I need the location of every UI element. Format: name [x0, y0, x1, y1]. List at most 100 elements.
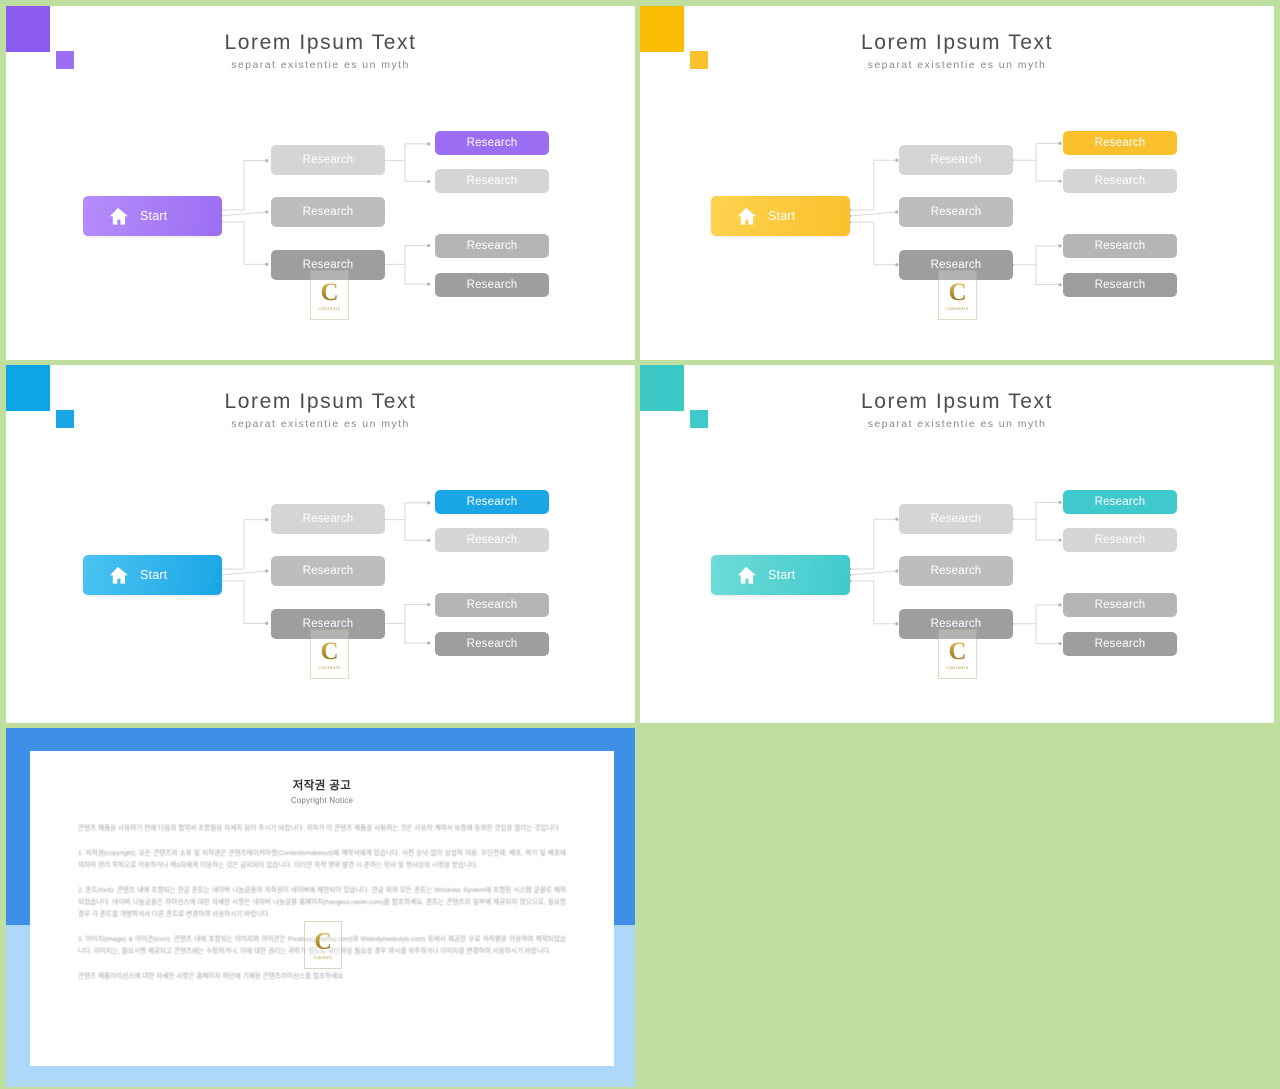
slide-teal[interactable]: Lorem Ipsum Text separat existentie es u… [640, 365, 1274, 723]
slide-blue[interactable]: Lorem Ipsum Text separat existentie es u… [6, 365, 635, 723]
node-label: Research [930, 206, 982, 218]
node-label: Research [1094, 496, 1146, 508]
node-label: Research [466, 279, 518, 291]
node-level3-2[interactable]: Research [435, 169, 549, 193]
node-level2-1[interactable]: Research [899, 504, 1013, 534]
copyright-heading-en: Copyright Notice [290, 796, 354, 805]
start-node-label: Start [768, 568, 796, 582]
node-level2-2[interactable]: Research [271, 197, 385, 227]
home-icon [109, 207, 128, 225]
slide-grid: Lorem Ipsum Text separat existentie es u… [0, 0, 1280, 1089]
node-label: Research [466, 638, 518, 650]
page-subtitle: separat existentie es un myth [231, 418, 410, 431]
node-label: Research [302, 565, 354, 577]
page-title: Lorem Ipsum Text [860, 390, 1054, 413]
copyright-paragraph: 1. 저작권(copyright): 모든 콘텐츠의 소유 및 저작권은 콘텐츠… [78, 850, 566, 869]
watermark-letter: C [948, 637, 967, 665]
node-label: Research [466, 175, 518, 187]
watermark-logo: C CONTENTS [938, 629, 977, 679]
watermark-letter: C [314, 929, 332, 955]
start-node[interactable]: Start [711, 555, 850, 595]
node-level3-2[interactable]: Research [1063, 169, 1177, 193]
node-level3-1[interactable]: Research [435, 131, 549, 155]
copyright-paragraph: 콘텐츠 제품라이선스에 대한 자세한 사항은 홈페이지 하단에 기재된 콘텐츠라… [78, 973, 346, 980]
node-level3-3[interactable]: Research [1063, 234, 1177, 258]
start-node[interactable]: Start [83, 196, 222, 236]
node-level3-3[interactable]: Research [1063, 593, 1177, 617]
node-level2-1[interactable]: Research [899, 145, 1013, 175]
node-level3-4[interactable]: Research [1063, 632, 1177, 656]
node-level3-2[interactable]: Research [435, 528, 549, 552]
tree-diagram: Start Research Research Research Researc… [640, 114, 1274, 320]
node-level3-1[interactable]: Research [435, 490, 549, 514]
start-node[interactable]: Start [711, 196, 850, 236]
watermark-letter: C [320, 278, 339, 306]
watermark-caption: CONTENTS [946, 306, 969, 311]
node-label: Research [1094, 599, 1146, 611]
node-label: Research [302, 154, 354, 166]
node-label: Research [466, 534, 518, 546]
node-level2-1[interactable]: Research [271, 145, 385, 175]
watermark-letter: C [948, 278, 967, 306]
node-label: Research [1094, 638, 1146, 650]
home-icon [737, 566, 756, 584]
start-node-label: Start [140, 209, 168, 223]
node-level3-1[interactable]: Research [1063, 490, 1177, 514]
slide-copyright-notice[interactable]: 저작권 공고 Copyright Notice 콘텐츠 제품을 사용하기 전에 … [6, 728, 635, 1087]
node-level2-2[interactable]: Research [899, 556, 1013, 586]
page-title: Lorem Ipsum Text [224, 31, 417, 54]
tree-diagram: Start Research Research Research Researc… [6, 473, 635, 679]
slide-purple[interactable]: Lorem Ipsum Text separat existentie es u… [6, 6, 635, 360]
slide-yellow[interactable]: Lorem Ipsum Text separat existentie es u… [640, 6, 1274, 360]
page-subtitle: separat existentie es un myth [867, 418, 1047, 431]
node-level3-4[interactable]: Research [435, 273, 549, 297]
watermark-caption: CONTENTS [946, 665, 969, 670]
node-level3-4[interactable]: Research [1063, 273, 1177, 297]
node-label: Research [466, 599, 518, 611]
watermark-logo: C CONTENTS [938, 270, 977, 320]
node-label: Research [930, 513, 982, 525]
node-label: Research [466, 240, 518, 252]
node-level2-2[interactable]: Research [271, 556, 385, 586]
node-label: Research [1094, 137, 1146, 149]
watermark-caption: CONTENTS [313, 956, 333, 960]
copyright-paragraph: 2. 폰트(font): 콘텐츠 내에 포함되는 한글 폰트는 네이버 나눔글꼴… [78, 887, 566, 918]
tree-diagram: Start Research Research Research Researc… [640, 473, 1274, 679]
page-subtitle: separat existentie es un myth [867, 59, 1047, 72]
slide-header: Lorem Ipsum Text separat existentie es u… [6, 390, 635, 431]
watermark-caption: CONTENTS [318, 306, 341, 311]
start-node[interactable]: Start [83, 555, 222, 595]
watermark-logo: C CONTENTS [310, 270, 349, 320]
node-level3-3[interactable]: Research [435, 593, 549, 617]
node-level3-1[interactable]: Research [1063, 131, 1177, 155]
start-node-label: Start [140, 568, 168, 582]
node-label: Research [1094, 175, 1146, 187]
node-level3-3[interactable]: Research [435, 234, 549, 258]
copyright-heading-ko: 저작권 공고 [292, 780, 352, 792]
home-icon [109, 566, 128, 584]
page-title: Lorem Ipsum Text [860, 31, 1054, 54]
watermark-caption: CONTENTS [318, 665, 341, 670]
node-label: Research [930, 565, 982, 577]
watermark-letter: C [320, 637, 339, 665]
watermark-logo: C CONTENTS [304, 921, 342, 969]
empty-background-cell [637, 725, 1280, 1089]
page-subtitle: separat existentie es un myth [231, 59, 410, 72]
node-level2-1[interactable]: Research [271, 504, 385, 534]
home-icon [737, 207, 756, 225]
copyright-paper: 저작권 공고 Copyright Notice 콘텐츠 제품을 사용하기 전에 … [30, 751, 614, 1066]
node-label: Research [930, 154, 982, 166]
watermark-logo: C CONTENTS [310, 629, 349, 679]
node-label: Research [1094, 279, 1146, 291]
node-label: Research [302, 206, 354, 218]
node-level3-4[interactable]: Research [435, 632, 549, 656]
page-title: Lorem Ipsum Text [224, 390, 417, 413]
node-label: Research [466, 137, 518, 149]
slide-header: Lorem Ipsum Text separat existentie es u… [6, 31, 635, 72]
copyright-paragraph: 콘텐츠 제품을 사용하기 전에 다음의 협약서 조항들을 자세히 읽어 주시기 … [78, 825, 561, 832]
slide-header: Lorem Ipsum Text separat existentie es u… [640, 390, 1274, 431]
slide-header: Lorem Ipsum Text separat existentie es u… [640, 31, 1274, 72]
node-label: Research [1094, 240, 1146, 252]
node-level2-2[interactable]: Research [899, 197, 1013, 227]
node-level3-2[interactable]: Research [1063, 528, 1177, 552]
